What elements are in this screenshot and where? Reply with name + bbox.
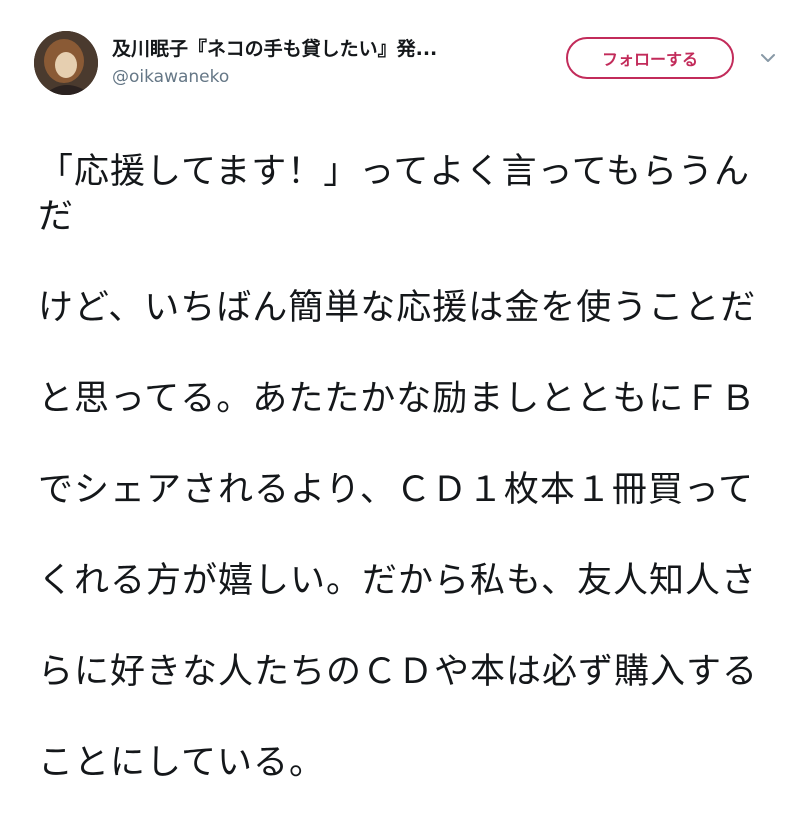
chevron-down-icon[interactable] (758, 48, 778, 68)
tweet-text: 「応援してます！」ってよく言ってもらうんだ けど、いちばん簡単な応援は金を使うこ… (38, 104, 774, 824)
tweet-line: らに好きな人たちのＣＤや本は必ず購入する (38, 652, 759, 692)
tweet-line: くれる方が嬉しい。だから私も、友人知人さ (38, 561, 757, 601)
avatar[interactable] (34, 31, 98, 95)
tweet-line: ことにしている。 (38, 743, 325, 783)
tweet-line: でシェアされるより、ＣＤ１枚本１冊買って (38, 470, 755, 510)
follow-button[interactable]: フォローする (566, 37, 734, 79)
profile-photo-icon (34, 31, 98, 95)
author-display-name[interactable]: 及川眠子『ネコの手も貸したい』発... (112, 34, 532, 61)
author-handle[interactable]: @oikawaneko (112, 67, 229, 87)
tweet-line: と思ってる。あたたかな励ましとともにＦＢ (38, 379, 757, 419)
tweet-line: 「応援してます！」ってよく言ってもらうんだ (38, 151, 750, 238)
tweet-line: けど、いちばん簡単な応援は金を使うことだ (38, 288, 757, 328)
